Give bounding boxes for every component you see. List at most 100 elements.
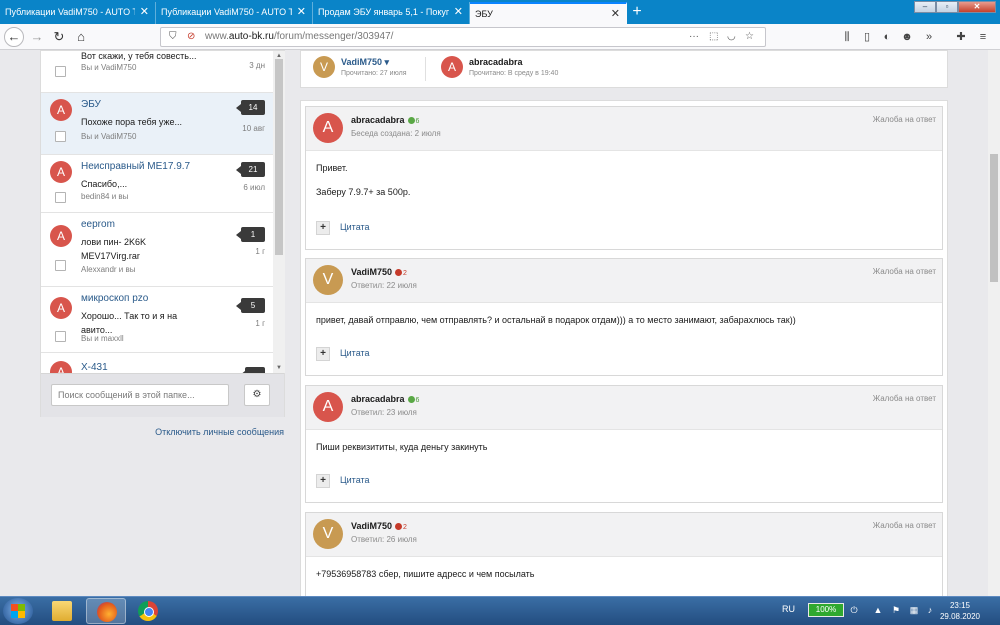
folder-search-input[interactable] [51, 384, 229, 406]
page-scrollbar[interactable] [988, 50, 1000, 596]
quote-action[interactable]: + Цитата [316, 221, 516, 237]
participant-name[interactable]: abracadabra [469, 57, 523, 67]
close-icon[interactable]: ✕ [140, 2, 149, 22]
conversation-item[interactable]: A Неисправный ME17.9.7 Спасибо,... bedin… [41, 155, 273, 213]
avatar: A [441, 56, 463, 78]
scrollbar-thumb[interactable] [275, 59, 283, 255]
gear-icon[interactable]: ⚙ [244, 384, 270, 406]
conversation-title[interactable]: ЭБУ [81, 99, 101, 110]
new-tab-button[interactable]: + [628, 2, 646, 22]
conversation-checkbox[interactable] [55, 192, 66, 203]
browser-tab[interactable]: Публикации VadiM750 - AUTO TE ✕ [156, 2, 313, 24]
bookmark-star-icon[interactable]: ☆ [745, 29, 754, 45]
close-icon[interactable]: ✕ [454, 2, 463, 22]
tray-arrow-icon[interactable]: ▲ [872, 604, 884, 616]
conversation-title[interactable]: Неисправный ME17.9.7 [81, 161, 190, 172]
disable-messages-link[interactable]: Отключить личные сообщения [155, 427, 284, 437]
sidebar-scrollbar[interactable]: ▲ ▼ [273, 51, 285, 373]
browser-tab-active[interactable]: ЭБУ ✕ [470, 2, 627, 24]
report-link[interactable]: Жалоба на ответ [873, 267, 936, 276]
insecure-lock-icon[interactable]: ⊘ [187, 29, 195, 45]
forward-arrow-icon[interactable]: → [28, 28, 46, 46]
shield-icon[interactable]: ⛉ [169, 29, 177, 45]
conversation-checkbox[interactable] [55, 331, 66, 342]
quote-button[interactable]: Цитата [340, 475, 370, 485]
extensions-icon[interactable]: ✚ [952, 28, 970, 46]
tab-strip: Публикации VadiM750 - AUTO TE ✕ Публикац… [0, 0, 1000, 24]
avatar[interactable]: V [313, 265, 343, 295]
report-link[interactable]: Жалоба на ответ [873, 394, 936, 403]
account-icon[interactable]: ☻ [898, 28, 916, 46]
conversation-item[interactable]: A eeprom лови пин- 2K6K MEV17Virg.rar Al… [41, 213, 273, 287]
taskbar-chrome[interactable] [128, 598, 168, 624]
taskbar-explorer[interactable] [42, 598, 82, 624]
taskbar-firefox[interactable] [86, 598, 126, 624]
conversation-item-selected[interactable]: A ЭБУ Похоже пора тебя уже... Вы и VadiM… [41, 93, 273, 155]
close-icon[interactable]: ✕ [297, 2, 306, 22]
quote-action[interactable]: + Цитата [316, 474, 516, 490]
participant[interactable]: V VadiM750 ▾ Прочитано: 27 июля [313, 56, 423, 80]
conversation-checkbox[interactable] [55, 131, 66, 142]
participant[interactable]: A abracadabra Прочитано: В среду в 19:40 [441, 56, 581, 80]
conversation-checkbox[interactable] [55, 66, 66, 77]
message-author[interactable]: abracadabra 6 [351, 394, 419, 404]
avatar[interactable]: V [313, 519, 343, 549]
sidebar-toggle-icon[interactable]: ▯ [858, 28, 876, 46]
language-indicator[interactable]: RU [782, 604, 795, 614]
pocket-icon[interactable]: ◡ [727, 29, 736, 45]
message-author[interactable]: VadiM750 2 [351, 521, 407, 531]
flag-icon[interactable]: ⚑ [890, 604, 902, 616]
scrollbar-thumb[interactable] [990, 154, 998, 282]
minimize-button[interactable]: – [914, 1, 936, 13]
reload-icon[interactable]: ↻ [50, 28, 68, 46]
plus-icon[interactable]: + [316, 221, 330, 235]
quote-action[interactable]: + Цитата [316, 347, 516, 363]
library-icon[interactable]: ⫼ [838, 28, 856, 46]
network-icon[interactable]: ▦ [908, 604, 920, 616]
chevron-down-icon[interactable]: ▾ [385, 57, 390, 67]
browser-tab[interactable]: Продам ЭБУ январь 5,1 - Покупка ✕ [313, 2, 470, 24]
scroll-down-icon[interactable]: ▼ [273, 363, 285, 373]
report-link[interactable]: Жалоба на ответ [873, 521, 936, 530]
conversation-item[interactable]: A X-431 [41, 353, 273, 373]
nav-bar: ← → ↻ ⌂ ⛉ ⊘ www.auto-bk.ru/forum/messeng… [0, 24, 1000, 50]
avatar[interactable]: A [313, 392, 343, 422]
sync-icon[interactable]: ◐ [878, 28, 896, 46]
maximize-button[interactable]: ▫ [936, 1, 958, 13]
report-link[interactable]: Жалоба на ответ [873, 115, 936, 124]
battery-indicator[interactable]: 100% [808, 603, 844, 617]
conversation-title[interactable]: eeprom [81, 219, 115, 230]
message-text: +79536958783 сбер, пишите адресс и чем п… [316, 569, 535, 579]
conversation-preview: лови пин- 2K6K MEV17Virg.rar [81, 237, 147, 261]
avatar[interactable]: A [313, 113, 343, 143]
quote-button[interactable]: Цитата [340, 222, 370, 232]
browser-tab[interactable]: Публикации VadiM750 - AUTO TE ✕ [0, 2, 156, 24]
home-icon[interactable]: ⌂ [72, 28, 90, 46]
message-author[interactable]: abracadabra 6 [351, 115, 419, 125]
back-arrow-icon[interactable]: ← [4, 27, 24, 47]
menu-icon[interactable]: ≡ [974, 28, 992, 46]
quote-button[interactable]: Цитата [340, 348, 370, 358]
window-close-button[interactable]: ✕ [958, 1, 996, 13]
conversation-checkbox[interactable] [55, 260, 66, 271]
message-author[interactable]: VadiM750 2 [351, 267, 407, 277]
screenshot-icon[interactable]: ⬚ [709, 29, 718, 45]
overflow-icon[interactable]: » [920, 28, 938, 46]
firefox-icon [97, 602, 117, 622]
conversation-item[interactable]: A микроскоп pzo Хорошо... Так то и я на … [41, 287, 273, 353]
plus-icon[interactable]: + [316, 347, 330, 361]
conversation-item[interactable]: Вот скажи, у тебя совесть... Вы и VadiM7… [41, 51, 273, 93]
power-plug-icon[interactable]: ⏻ [848, 604, 860, 616]
conversation-title[interactable]: X-431 [81, 362, 108, 373]
clock[interactable]: 23:15 29.08.2020 [930, 600, 990, 622]
participant-name[interactable]: VadiM750 ▾ [341, 57, 389, 68]
url-text[interactable]: www.auto-bk.ru/forum/messenger/303947/ [205, 28, 393, 46]
more-icon[interactable]: ··· [689, 29, 699, 45]
message-body: привет, давай отправлю, чем отправлять? … [316, 315, 916, 339]
url-bar[interactable]: ⛉ ⊘ www.auto-bk.ru/forum/messenger/30394… [160, 27, 766, 47]
start-button[interactable] [3, 598, 33, 624]
plus-icon[interactable]: + [316, 474, 330, 488]
conversation-header: V VadiM750 ▾ Прочитано: 27 июля A abraca… [300, 50, 948, 88]
close-icon[interactable]: ✕ [611, 4, 620, 24]
conversation-title[interactable]: микроскоп pzo [81, 293, 148, 304]
